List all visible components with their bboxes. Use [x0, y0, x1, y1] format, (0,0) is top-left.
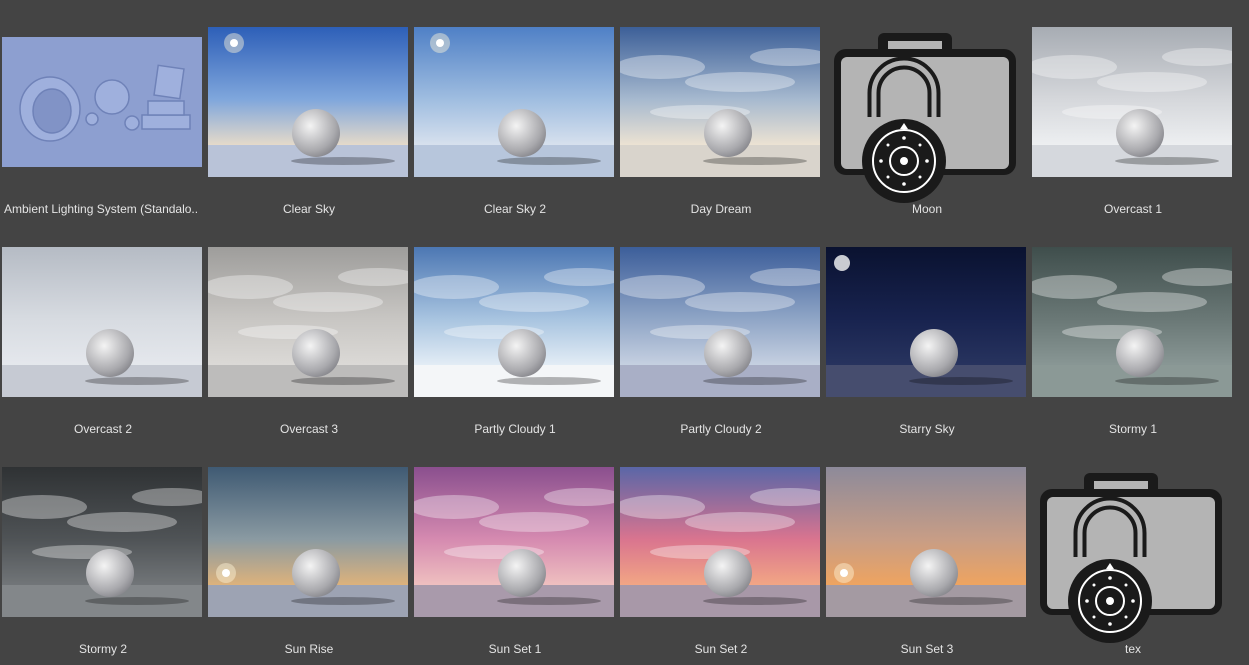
locked-folder-icon	[830, 27, 1022, 207]
preset-tile-clear-sky-2[interactable]: Clear Sky 2	[412, 0, 618, 220]
preset-label: Day Dream	[690, 202, 752, 216]
preset-tile-overcast-1[interactable]: Overcast 1	[1030, 0, 1236, 220]
preset-thumbnail	[208, 27, 408, 177]
preset-tile-partly-cloudy-1[interactable]: Partly Cloudy 1	[412, 220, 618, 440]
preset-tile-moon[interactable]: Moon	[824, 0, 1030, 220]
preset-label: Moon	[911, 202, 943, 216]
preset-tile-overcast-3[interactable]: Overcast 3	[206, 220, 412, 440]
preset-label: Clear Sky 2	[483, 202, 547, 216]
preset-tile-ambient-lighting-system-standalo[interactable]: Ambient Lighting System (Standalo..	[0, 0, 206, 220]
preset-label: Ambient Lighting System (Standalo..	[4, 202, 199, 216]
preset-thumbnail	[2, 37, 202, 167]
preset-label: tex	[1124, 642, 1141, 656]
preset-thumbnail	[414, 467, 614, 617]
preset-tile-partly-cloudy-2[interactable]: Partly Cloudy 2	[618, 220, 824, 440]
preset-tile-clear-sky[interactable]: Clear Sky	[206, 0, 412, 220]
locked-folder-icon	[1036, 467, 1228, 647]
preset-tile-starry-sky[interactable]: Starry Sky	[824, 220, 1030, 440]
preset-label: Sun Set 1	[488, 642, 542, 656]
preset-label: Partly Cloudy 1	[474, 422, 556, 436]
preset-label: Overcast 2	[73, 422, 133, 436]
preset-label: Sun Set 2	[694, 642, 748, 656]
preset-label: Sun Set 3	[900, 642, 954, 656]
preset-thumbnail	[620, 247, 820, 397]
preset-tile-tex[interactable]: tex	[1030, 440, 1236, 660]
preset-thumbnail	[1032, 27, 1232, 177]
preset-tile-overcast-2[interactable]: Overcast 2	[0, 220, 206, 440]
preset-label: Stormy 2	[78, 642, 127, 656]
preset-thumbnail	[2, 247, 202, 397]
preset-tile-sun-set-3[interactable]: Sun Set 3	[824, 440, 1030, 660]
preset-tile-day-dream[interactable]: Day Dream	[618, 0, 824, 220]
preset-label: Clear Sky	[282, 202, 335, 216]
preset-thumbnail	[620, 27, 820, 177]
preset-label: Partly Cloudy 2	[680, 422, 762, 436]
preset-thumbnail	[826, 467, 1026, 617]
preset-label: Stormy 1	[1108, 422, 1157, 436]
preset-tile-stormy-1[interactable]: Stormy 1	[1030, 220, 1236, 440]
preset-thumbnail	[414, 27, 614, 177]
skybox-preset-grid: Ambient Lighting System (Standalo.. Clea…	[0, 0, 1249, 665]
preset-label: Overcast 3	[279, 422, 339, 436]
preset-thumbnail	[1032, 247, 1232, 397]
preset-tile-sun-set-1[interactable]: Sun Set 1	[412, 440, 618, 660]
preset-tile-sun-set-2[interactable]: Sun Set 2	[618, 440, 824, 660]
preset-thumbnail	[208, 467, 408, 617]
preset-tile-sun-rise[interactable]: Sun Rise	[206, 440, 412, 660]
preset-thumbnail	[2, 467, 202, 617]
preset-thumbnail	[414, 247, 614, 397]
preset-label: Starry Sky	[899, 422, 955, 436]
preset-thumbnail	[826, 247, 1026, 397]
preset-label: Sun Rise	[284, 642, 334, 656]
preset-thumbnail	[620, 467, 820, 617]
preset-label: Overcast 1	[1103, 202, 1163, 216]
preset-tile-stormy-2[interactable]: Stormy 2	[0, 440, 206, 660]
preset-thumbnail	[208, 247, 408, 397]
